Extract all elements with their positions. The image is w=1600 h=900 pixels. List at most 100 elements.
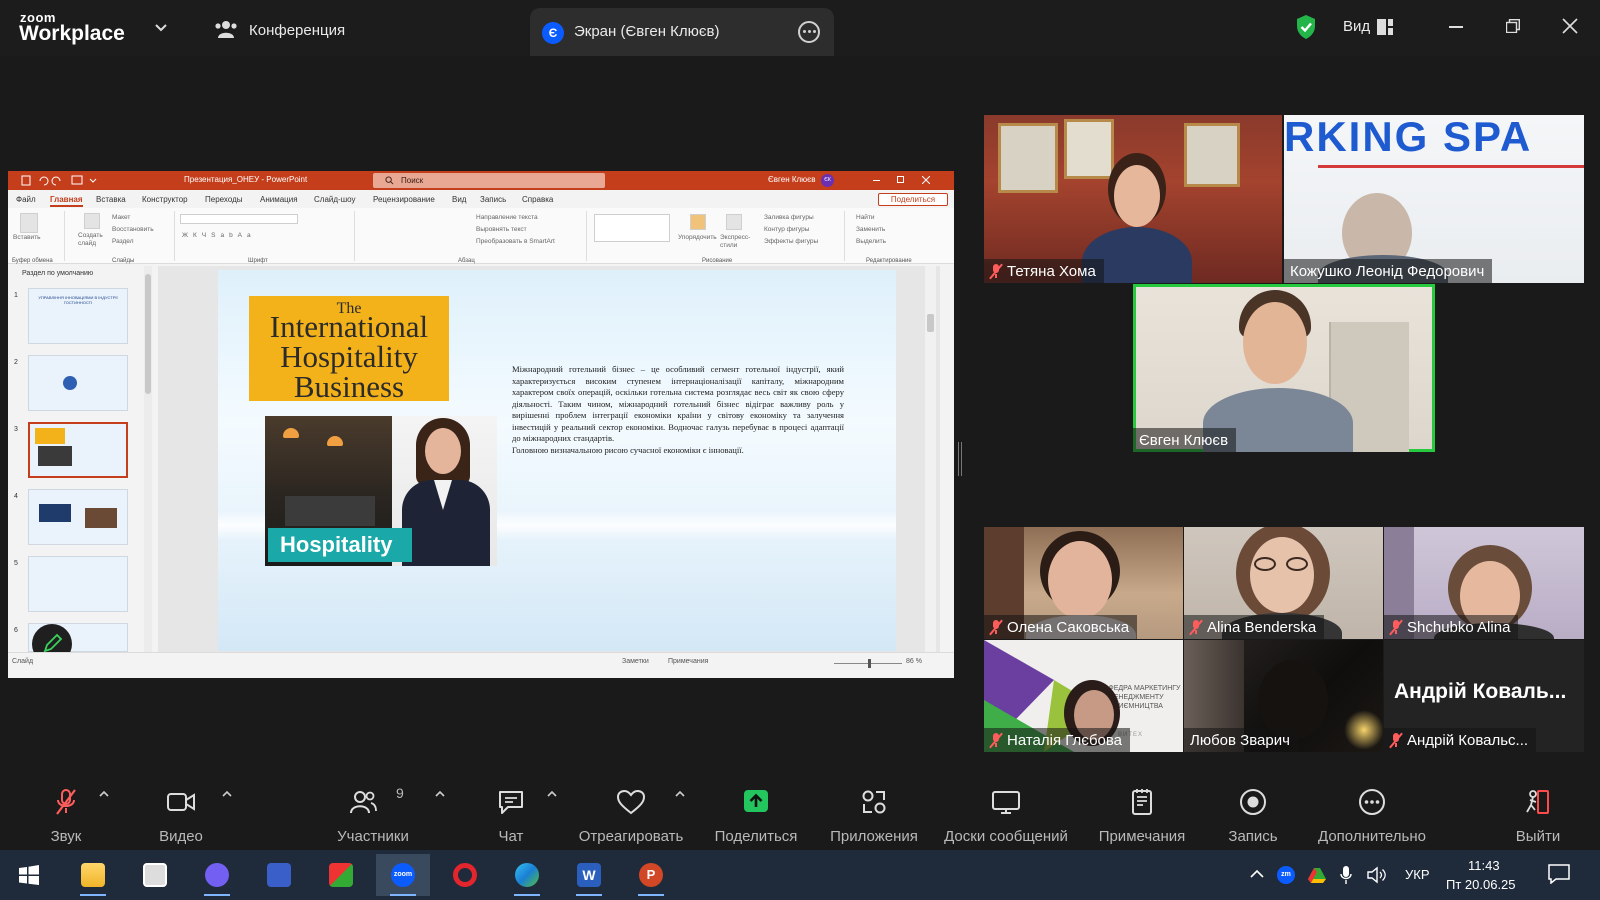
shape-outline-button[interactable]: Контур фигуры	[764, 226, 809, 233]
zoom-level[interactable]: 86 %	[906, 658, 922, 665]
tray-volume-icon[interactable]	[1367, 866, 1387, 884]
slide-thumbnail-2[interactable]	[28, 355, 128, 411]
quick-styles-button[interactable]: Экспресс-стили	[720, 234, 754, 250]
hospitality-image[interactable]: Hospitality	[265, 416, 497, 566]
taskbar-file-explorer[interactable]	[66, 854, 120, 896]
screen-share-tab[interactable]: Є Экран (Євген Клюєв)	[530, 8, 834, 56]
thumbnail-scrollbar[interactable]	[144, 266, 152, 652]
paste-button[interactable]: Вставить	[13, 234, 41, 241]
share-screen-button[interactable]: Поделиться	[712, 774, 800, 850]
tray-time[interactable]: 11:43	[1468, 858, 1500, 873]
slide-thumbnail-5[interactable]	[28, 556, 128, 612]
ppt-minimize-icon[interactable]	[873, 180, 880, 181]
audio-options-caret-icon[interactable]	[98, 788, 110, 800]
layout-button[interactable]: Макет	[112, 214, 130, 221]
slide-scrollbar[interactable]	[925, 266, 936, 652]
record-button[interactable]: Запись	[1224, 774, 1282, 850]
text-direction-button[interactable]: Направление текста	[476, 214, 538, 221]
ribbon-tab-file[interactable]: Файл	[16, 195, 36, 204]
video-tile-active-speaker[interactable]: Євген Клюєв	[1133, 284, 1435, 452]
taskbar-viber[interactable]	[190, 854, 244, 896]
section-button[interactable]: Раздел	[112, 238, 133, 245]
close-window-icon[interactable]	[1562, 18, 1578, 34]
ribbon-tab-design[interactable]: Конструктор	[142, 195, 188, 204]
audio-button[interactable]: Звук	[38, 774, 94, 850]
tray-language[interactable]: УКР	[1405, 867, 1430, 882]
taskbar-powerpoint[interactable]: P	[624, 854, 678, 896]
taskbar-save-app[interactable]	[252, 854, 306, 896]
font-format-buttons[interactable]: ЖКЧSabAa	[182, 232, 256, 239]
reset-button[interactable]: Восстановить	[112, 226, 154, 233]
ribbon-tab-help[interactable]: Справка	[522, 195, 553, 204]
paste-icon[interactable]	[20, 213, 38, 233]
video-tile[interactable]: Тетяна Хома	[984, 115, 1282, 283]
notifications-icon[interactable]	[1548, 864, 1570, 884]
slide-thumbnail-4[interactable]	[28, 489, 128, 545]
ribbon-tab-record[interactable]: Запись	[480, 195, 506, 204]
ribbon-tab-view[interactable]: Вид	[452, 195, 466, 204]
taskbar-edge[interactable]	[500, 854, 554, 896]
view-menu-button[interactable]: Вид	[1343, 18, 1370, 35]
slide-body-text[interactable]: Міжнародний готельний бізнес – це особли…	[512, 364, 844, 456]
tray-chevron-up-icon[interactable]	[1250, 868, 1264, 880]
taskbar-word[interactable]: W	[562, 854, 616, 896]
leave-button[interactable]: Выйти	[1510, 774, 1566, 850]
arrange-icon[interactable]	[690, 214, 706, 230]
find-button[interactable]: Найти	[856, 214, 875, 221]
video-tile[interactable]: Любов Зварич	[1184, 640, 1383, 752]
notes-button[interactable]: Примечания	[1094, 774, 1190, 850]
video-tile[interactable]: Олена Саковська	[984, 527, 1183, 639]
view-grid-icon[interactable]	[1377, 18, 1393, 36]
align-text-button[interactable]: Выровнять текст	[476, 226, 527, 233]
more-options-icon[interactable]	[798, 21, 820, 43]
notes-button[interactable]: Заметки	[622, 658, 649, 665]
participants-group-icon[interactable]	[214, 19, 238, 39]
react-options-caret-icon[interactable]	[674, 788, 686, 800]
restore-window-icon[interactable]	[1506, 19, 1520, 33]
more-button[interactable]: Дополнительно	[1310, 774, 1434, 850]
shape-effects-button[interactable]: Эффекты фигуры	[764, 238, 818, 245]
quick-access-icons[interactable]	[20, 175, 100, 186]
taskbar-zoom[interactable]: zoom	[376, 854, 430, 896]
shape-fill-button[interactable]: Заливка фигуры	[764, 214, 814, 221]
ppt-user-avatar[interactable]: ЄК	[821, 174, 834, 187]
whiteboards-button[interactable]: Доски сообщений	[940, 774, 1072, 850]
current-slide[interactable]: The International Hospitality Business H…	[218, 270, 896, 651]
ppt-close-icon[interactable]	[922, 176, 930, 184]
slide-thumbnail-3[interactable]	[28, 422, 128, 478]
ppt-maximize-icon[interactable]	[897, 176, 904, 183]
ribbon-tab-animations[interactable]: Анимация	[260, 195, 298, 204]
replace-button[interactable]: Заменить	[856, 226, 885, 233]
chat-options-caret-icon[interactable]	[546, 788, 558, 800]
video-tile[interactable]: RKING SPA Кожушко Леонід Федорович	[1284, 115, 1584, 283]
font-name-field[interactable]	[180, 214, 298, 224]
ribbon-tab-review[interactable]: Рецензирование	[373, 195, 435, 204]
video-tile[interactable]: Shchubko Alina	[1384, 527, 1584, 639]
arrange-button[interactable]: Упорядочить	[678, 234, 717, 241]
shapes-gallery[interactable]	[594, 214, 670, 242]
taskbar-calculator[interactable]	[128, 854, 182, 896]
ppt-share-button[interactable]: Поделиться	[878, 193, 948, 206]
section-label[interactable]: Раздел по умолчанию	[22, 270, 93, 277]
video-tile[interactable]: АФЕДРА МАРКЕТИНГУ І МЕНЕДЖМЕНТУ ДПРИЄМНИ…	[984, 640, 1183, 752]
encryption-shield-icon[interactable]	[1295, 14, 1317, 40]
participants-options-caret-icon[interactable]	[434, 788, 446, 800]
panel-splitter-handle[interactable]	[958, 442, 962, 476]
video-button[interactable]: Видео	[150, 774, 212, 850]
quick-styles-icon[interactable]	[726, 214, 742, 230]
tray-drive-icon[interactable]	[1308, 867, 1326, 883]
ppt-search-box[interactable]: Поиск	[373, 173, 605, 188]
slide-title-box[interactable]: The International Hospitality Business	[249, 296, 449, 402]
new-slide-icon[interactable]	[84, 213, 100, 229]
windows-start-icon[interactable]	[19, 865, 39, 885]
video-tile[interactable]: Alina Benderska	[1184, 527, 1383, 639]
taskbar-opera[interactable]	[438, 854, 492, 896]
tray-zoom-icon[interactable]: zm	[1277, 866, 1295, 884]
smartart-button[interactable]: Преобразовать в SmartArt	[476, 238, 555, 245]
ribbon-tab-slideshow[interactable]: Слайд-шоу	[314, 195, 355, 204]
apps-button[interactable]: Приложения	[826, 774, 922, 850]
shared-screen-powerpoint[interactable]: Презентация_ОНЕУ - PowerPoint Поиск Євге…	[8, 171, 954, 678]
chat-button[interactable]: Чат	[486, 774, 536, 850]
tray-date[interactable]: Пт 20.06.25	[1446, 877, 1516, 892]
video-options-caret-icon[interactable]	[221, 788, 233, 800]
